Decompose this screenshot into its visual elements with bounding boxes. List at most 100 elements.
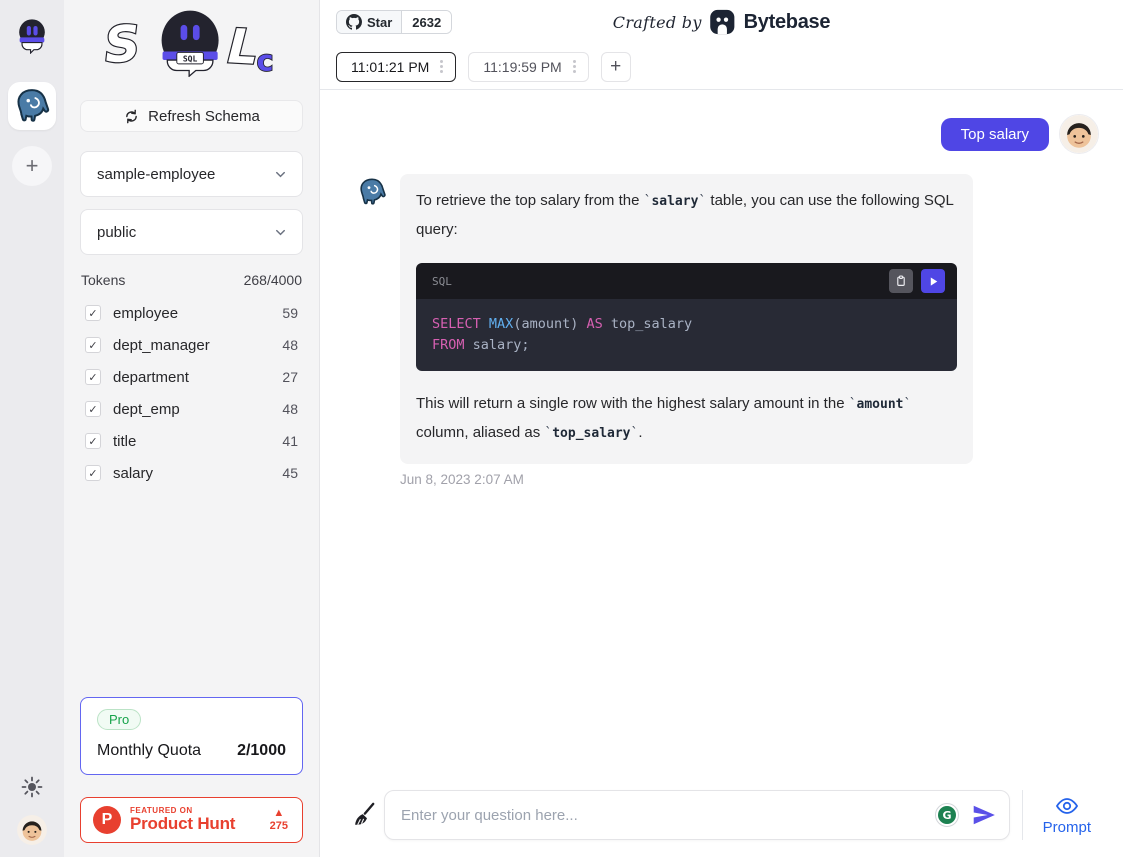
table-token-count: 41 [282,433,303,449]
tab-menu-dots-icon[interactable] [571,57,578,76]
upvote-count: 275 [270,821,288,832]
composer-divider [1022,790,1023,840]
product-hunt-name: Product Hunt [130,815,261,833]
bot-message-bubble: To retrieve the top salary from the sala… [400,174,973,464]
tokens-row: Tokens 268/4000 [80,272,303,288]
github-star-button[interactable]: Star 2632 [336,10,452,34]
upvote-icon: ▲ [270,808,288,819]
chat-main: Star 2632 Crafted by Bytebase 11:01:21 P… [320,0,1123,857]
pro-badge: Pro [97,709,141,730]
prompt-button[interactable]: Prompt [1035,794,1099,836]
crafted-by[interactable]: Crafted by Bytebase [613,9,830,35]
code-block-body[interactable]: SELECT MAX(amount) AS top_salaryFROM sal… [416,299,957,371]
product-hunt-logo-icon: P [93,806,121,834]
table-checkbox[interactable]: ✓ [85,401,101,417]
bytebase-brand-name: Bytebase [744,11,831,34]
table-row: ✓ department27 [80,361,303,393]
sidebar-spacer [80,489,303,697]
crafted-by-text: Crafted by [613,13,702,32]
quota-value: 2/1000 [237,742,286,760]
run-query-button[interactable] [921,269,945,293]
sqlchat-bot-avatar-icon[interactable] [13,16,51,54]
text-segment: column, aliased as [416,424,544,441]
refresh-schema-button[interactable]: Refresh Schema [80,100,303,132]
star-label: Star [367,15,392,30]
inline-code: amount [849,397,912,412]
tokens-label: Tokens [81,272,125,288]
database-select[interactable]: sample-employee [80,151,303,197]
table-token-count: 59 [282,305,303,321]
bot-paragraph: This will return a single row with the h… [416,390,957,448]
table-token-count: 45 [282,465,303,481]
refresh-schema-label: Refresh Schema [148,108,260,125]
refresh-icon [123,108,140,125]
chevron-down-icon [273,225,288,240]
text-segment: . [638,424,642,441]
table-checkbox[interactable]: ✓ [85,433,101,449]
table-name: employee [113,305,282,322]
inline-code: salary [644,194,707,209]
table-checkbox[interactable]: ✓ [85,369,101,385]
prompt-label: Prompt [1043,819,1091,836]
table-token-count: 27 [282,369,303,385]
send-message-icon[interactable] [971,802,997,828]
table-name: department [113,369,282,386]
message-timestamp: Jun 8, 2023 2:07 AM [400,472,1099,487]
user-message-row: Top salary [356,114,1099,154]
user-message-bubble: Top salary [941,118,1049,151]
conversation-tabbar: 11:01:21 PM 11:19:59 PM + [320,44,1123,90]
github-icon [346,14,362,30]
eye-icon [1055,794,1079,818]
table-checkbox[interactable]: ✓ [85,465,101,481]
sqlchat-logo: S SQL L c [80,4,303,80]
schema-sidebar: S SQL L c Refresh Schema sample [64,0,320,857]
chevron-down-icon [273,167,288,182]
new-conversation-button[interactable]: + [601,52,631,82]
bot-paragraph: To retrieve the top salary from the sala… [416,187,957,244]
sql-chat-app: + S SQL L [0,0,1123,857]
bytebase-logo-icon [710,9,736,35]
user-avatar [1059,114,1099,154]
table-row: ✓ employee59 [80,297,303,329]
table-checkbox[interactable]: ✓ [85,305,101,321]
composer-bar: G Prompt [320,790,1123,857]
conversation-tab[interactable]: 11:19:59 PM [468,52,588,82]
table-row: ✓ salary45 [80,457,303,489]
question-input[interactable] [401,807,927,824]
connection-postgres-selected[interactable] [8,82,56,130]
copy-code-button[interactable] [889,269,913,293]
text-segment: To retrieve the top salary from the [416,192,644,209]
topbar: Star 2632 Crafted by Bytebase [320,0,1123,44]
add-connection-button[interactable]: + [12,146,52,186]
product-hunt-badge[interactable]: P FEATURED ON Product Hunt ▲ 275 [80,797,303,843]
schema-select-value: public [97,224,136,241]
clear-conversation-broom-icon[interactable] [350,802,376,828]
logo-plate-text: SQL [182,54,197,63]
theme-toggle-sun-icon[interactable] [20,775,44,799]
user-profile-avatar[interactable] [17,815,47,845]
bot-message-row: To retrieve the top salary from the sala… [356,174,1099,464]
table-checkbox[interactable]: ✓ [85,337,101,353]
question-input-wrap: G [384,790,1010,840]
table-row: ✓dept_emp48 [80,393,303,425]
table-name: salary [113,465,282,482]
chat-thread: Top salary To retrieve the top salary fr… [320,90,1123,790]
conversation-tab-active[interactable]: 11:01:21 PM [336,52,456,82]
tokens-value: 268/4000 [244,272,302,288]
schema-select[interactable]: public [80,209,303,255]
inline-code: top_salary [544,426,638,441]
grammarly-icon[interactable]: G [935,803,959,827]
tab-label: 11:19:59 PM [483,59,561,75]
sql-code-block: SQL [416,263,957,371]
table-token-count: 48 [282,401,303,417]
svg-text:c: c [256,45,273,78]
tab-menu-dots-icon[interactable] [438,57,445,76]
table-row: ✓dept_manager48 [80,329,303,361]
table-list: ✓employee59✓dept_manager48✓department27✓… [80,297,303,489]
svg-text:S: S [102,14,142,74]
table-name: dept_manager [113,337,282,354]
database-select-value: sample-employee [97,166,215,183]
bot-postgres-avatar-icon [356,176,388,208]
table-name: title [113,433,282,450]
workspace-rail: + [0,0,64,857]
